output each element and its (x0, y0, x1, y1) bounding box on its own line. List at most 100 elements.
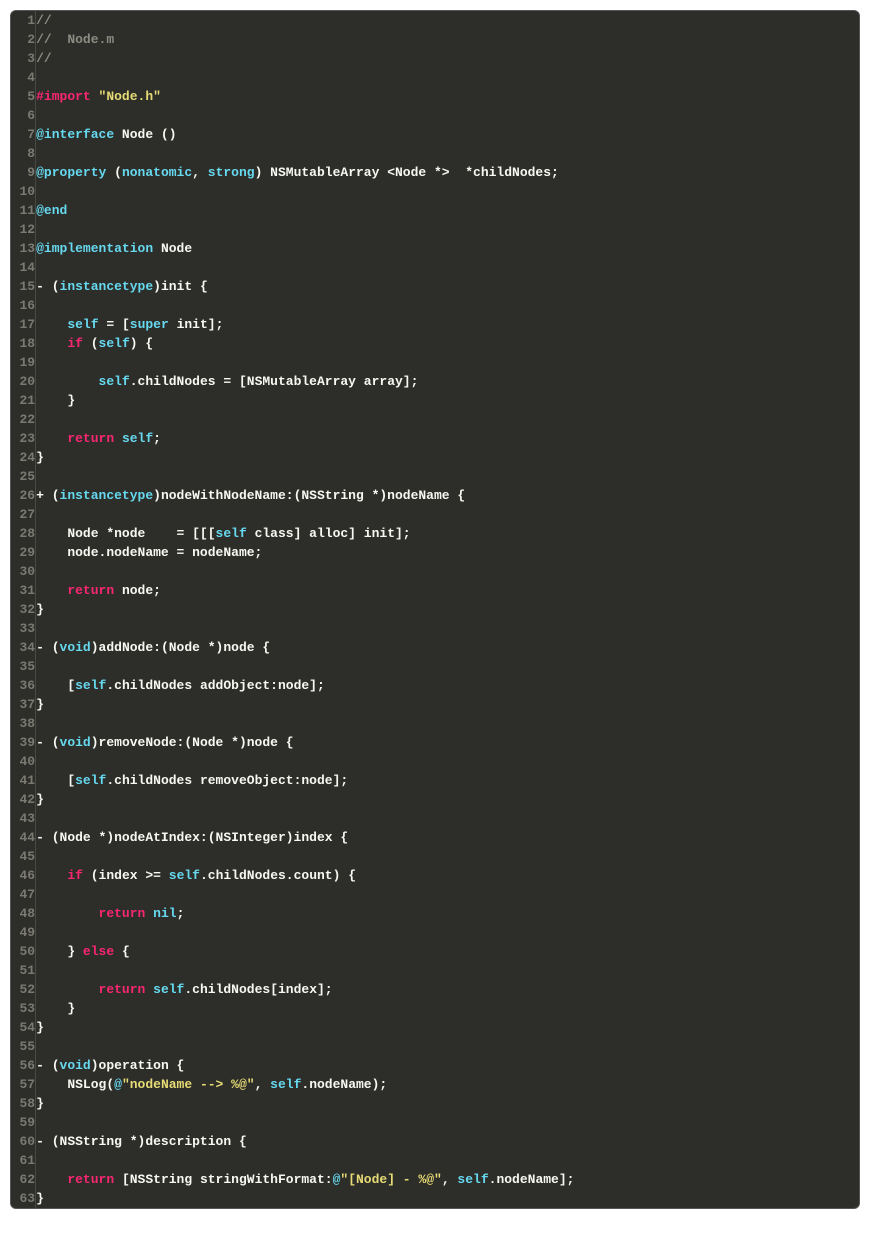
code-token: ) { (130, 336, 153, 351)
code-line: @end (36, 203, 67, 218)
code-token: // Node.m (36, 32, 114, 47)
code-token: @implementation (36, 241, 153, 256)
code-token: [ (36, 773, 75, 788)
code-token: Node () (114, 127, 176, 142)
code-line: @implementation Node (36, 241, 192, 256)
code-token: @interface (36, 127, 114, 142)
code-line: } (36, 393, 75, 408)
code-token: ( (106, 165, 122, 180)
code-token: self (457, 1172, 488, 1187)
code-token: .nodeName]; (489, 1172, 575, 1187)
code-line: return node; (36, 583, 161, 598)
code-line: return nil; (36, 906, 184, 921)
code-token: // (36, 13, 52, 28)
code-token: - ( (36, 1058, 59, 1073)
code-token: return (99, 906, 146, 921)
code-token: , (442, 1172, 458, 1187)
code-token: class] alloc] init]; (247, 526, 411, 541)
code-token: node.nodeName = nodeName; (36, 545, 262, 560)
code-line: } else { (36, 944, 130, 959)
code-token: self (99, 374, 130, 389)
code-token: - (Node *)nodeAtIndex:(NSInteger)index { (36, 830, 348, 845)
code-line: // (36, 13, 52, 28)
code-content[interactable]: // // Node.m // #import "Node.h" @interf… (36, 11, 859, 1208)
code-token: [NSString stringWithFormat: (114, 1172, 332, 1187)
code-token: nonatomic (122, 165, 192, 180)
code-token: ; (153, 431, 161, 446)
code-token: .childNodes = [NSMutableArray array]; (130, 374, 419, 389)
code-token: Node *node = [[[ (36, 526, 215, 541)
code-token: nil (153, 906, 176, 921)
code-line: - (NSString *)description { (36, 1134, 247, 1149)
code-token: - (NSString *)description { (36, 1134, 247, 1149)
code-line: // (36, 51, 52, 66)
code-token: } (36, 1096, 44, 1111)
code-token (36, 868, 67, 883)
code-line: self.childNodes = [NSMutableArray array]… (36, 374, 418, 389)
code-token: @ (114, 1077, 122, 1092)
code-line: - (void)removeNode:(Node *)node { (36, 735, 293, 750)
code-token: void (60, 735, 91, 750)
code-line: node.nodeName = nodeName; (36, 545, 262, 560)
code-token: "Node.h" (99, 89, 161, 104)
code-token: void (60, 1058, 91, 1073)
code-token: - ( (36, 735, 59, 750)
code-token: self (75, 678, 106, 693)
code-token: node; (114, 583, 161, 598)
code-token: @property (36, 165, 106, 180)
code-token: "nodeName --> %@" (122, 1077, 255, 1092)
code-token: self (216, 526, 247, 541)
code-token: } (36, 393, 75, 408)
code-line: [self.childNodes addObject:node]; (36, 678, 325, 693)
code-line: // Node.m (36, 32, 114, 47)
code-line: } (36, 1096, 44, 1111)
code-line: if (self) { (36, 336, 153, 351)
code-token: .childNodes.count) { (200, 868, 356, 883)
code-token: } (36, 1020, 44, 1035)
code-token (36, 583, 67, 598)
code-line: } (36, 697, 44, 712)
code-line: return self; (36, 431, 161, 446)
code-token: self (169, 868, 200, 883)
code-token (36, 906, 98, 921)
code-line: @interface Node () (36, 127, 176, 142)
code-token: init]; (169, 317, 224, 332)
code-token: self (153, 982, 184, 997)
code-token (36, 336, 67, 351)
code-token: instancetype (60, 279, 154, 294)
code-token: @end (36, 203, 67, 218)
code-line: - (instancetype)init { (36, 279, 208, 294)
code-token: self (99, 336, 130, 351)
code-line: } (36, 1191, 44, 1206)
code-token: )nodeWithNodeName:(NSString *)nodeName { (153, 488, 465, 503)
code-token: .childNodes[index]; (184, 982, 332, 997)
code-token: .nodeName); (301, 1077, 387, 1092)
code-token: NSLog( (36, 1077, 114, 1092)
code-line: self = [super init]; (36, 317, 223, 332)
code-token: #import (36, 89, 98, 104)
code-line: } (36, 1001, 75, 1016)
code-line: + (instancetype)nodeWithNodeName:(NSStri… (36, 488, 465, 503)
code-line: } (36, 1020, 44, 1035)
code-token: )removeNode:(Node *)node { (91, 735, 294, 750)
code-line: Node *node = [[[self class] alloc] init]… (36, 526, 410, 541)
code-token (36, 374, 98, 389)
code-line: #import "Node.h" (36, 89, 161, 104)
code-token: } (36, 1191, 44, 1206)
code-token (36, 982, 98, 997)
code-token: // (36, 51, 52, 66)
code-token: { (114, 944, 130, 959)
code-token: self (67, 317, 98, 332)
code-token: super (130, 317, 169, 332)
code-token: ) NSMutableArray <Node *> *childNodes; (255, 165, 559, 180)
code-token (114, 431, 122, 446)
code-token: } (36, 450, 44, 465)
code-token: return (67, 431, 114, 446)
code-token: )operation { (91, 1058, 185, 1073)
code-token (36, 317, 67, 332)
code-line: NSLog(@"nodeName --> %@", self.nodeName)… (36, 1077, 387, 1092)
code-line: return self.childNodes[index]; (36, 982, 333, 997)
code-token: (index >= (83, 868, 169, 883)
code-token: , (255, 1077, 271, 1092)
code-token: Node (153, 241, 192, 256)
